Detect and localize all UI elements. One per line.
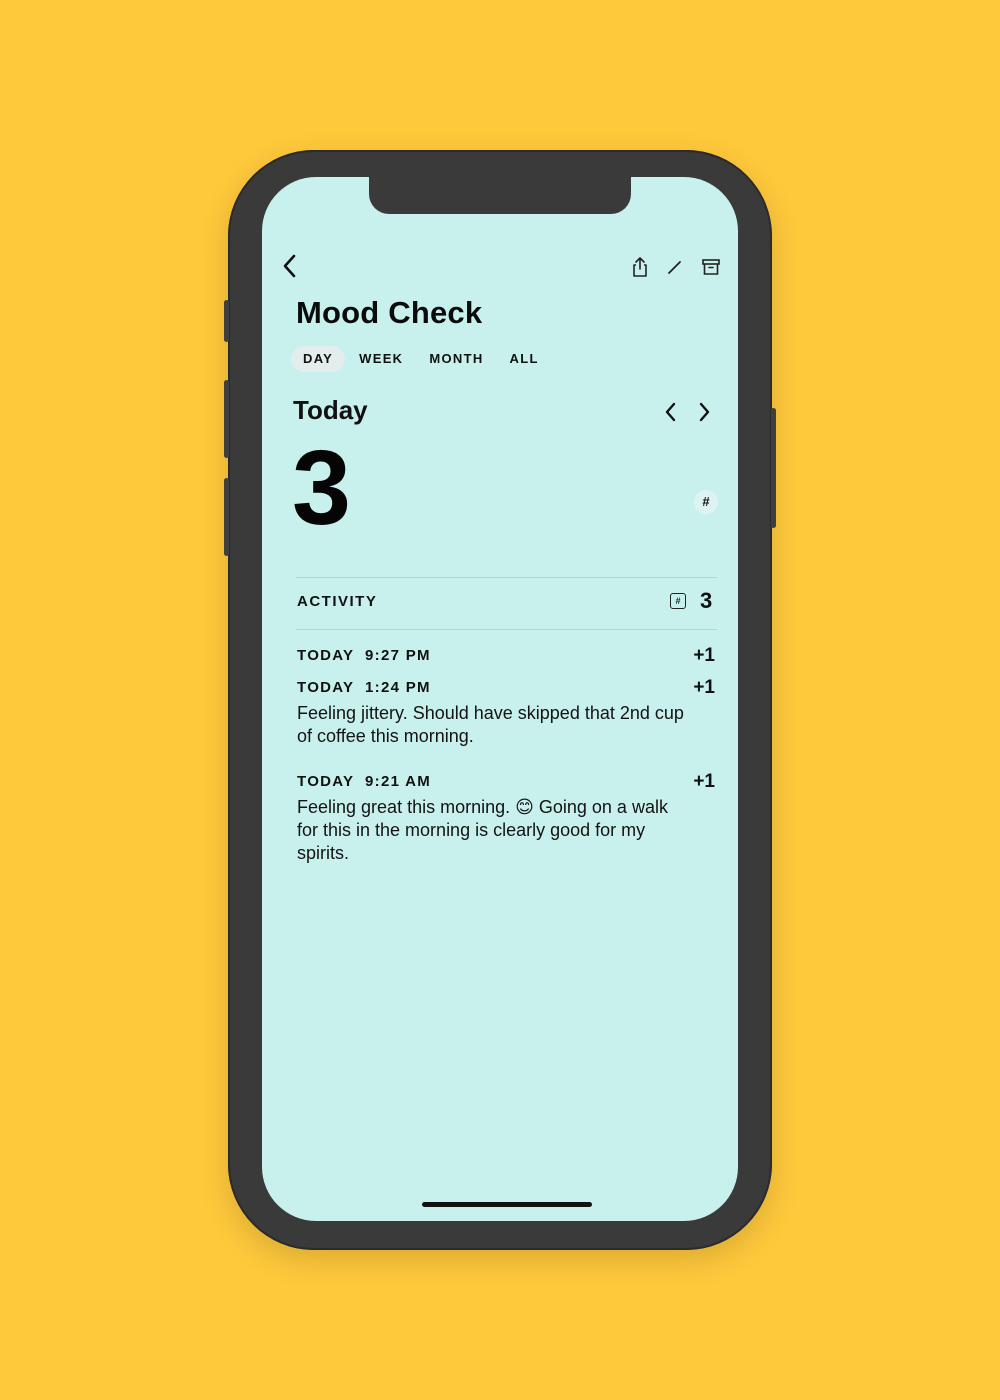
silent-switch [224,300,229,342]
activity-label: ACTIVITY [297,593,378,610]
entry-time: TODAY 9:21 AM [297,773,432,790]
entry-delta: +1 [693,677,715,698]
app-screen: Mood Check DAY WEEK MONTH ALL Today 3 # … [262,177,738,1221]
share-icon [633,257,647,277]
count-unit-badge[interactable]: # [694,490,718,514]
home-indicator[interactable] [422,1202,592,1207]
activity-count: 3 [700,588,713,613]
entry-note: Feeling jittery. Should have skipped tha… [297,703,684,746]
entry-note: Feeling great this morning. 😊 Going on a… [297,797,668,863]
divider [296,629,717,630]
notch [369,177,631,214]
hash-icon: # [670,593,686,609]
edit-button[interactable] [666,258,684,276]
chevron-left-icon [665,402,676,422]
entry-time: TODAY 9:27 PM [297,647,431,664]
volume-down-button [224,478,229,556]
tab-day[interactable]: DAY [291,346,346,372]
archive-icon [702,259,720,275]
tab-all[interactable]: ALL [498,346,551,372]
power-button [771,408,776,528]
total-count: 3 [292,429,351,547]
pencil-icon [668,261,681,274]
chevron-left-icon [283,254,296,278]
period-tabs: DAY WEEK MONTH ALL [291,346,551,372]
entry-delta: +1 [693,645,715,666]
back-button[interactable] [280,253,300,279]
share-button[interactable] [630,256,650,278]
archive-button[interactable] [701,258,721,276]
chevron-right-icon [699,402,710,422]
page-title: Mood Check [296,295,483,330]
tab-week[interactable]: WEEK [347,346,415,372]
previous-period-button[interactable] [661,401,681,423]
entry-time: TODAY 1:24 PM [297,679,431,696]
volume-up-button [224,380,229,458]
divider [296,577,717,578]
next-period-button[interactable] [694,401,714,423]
period-label: Today [293,395,368,425]
entry-delta: +1 [693,771,715,792]
tab-month[interactable]: MONTH [417,346,495,372]
